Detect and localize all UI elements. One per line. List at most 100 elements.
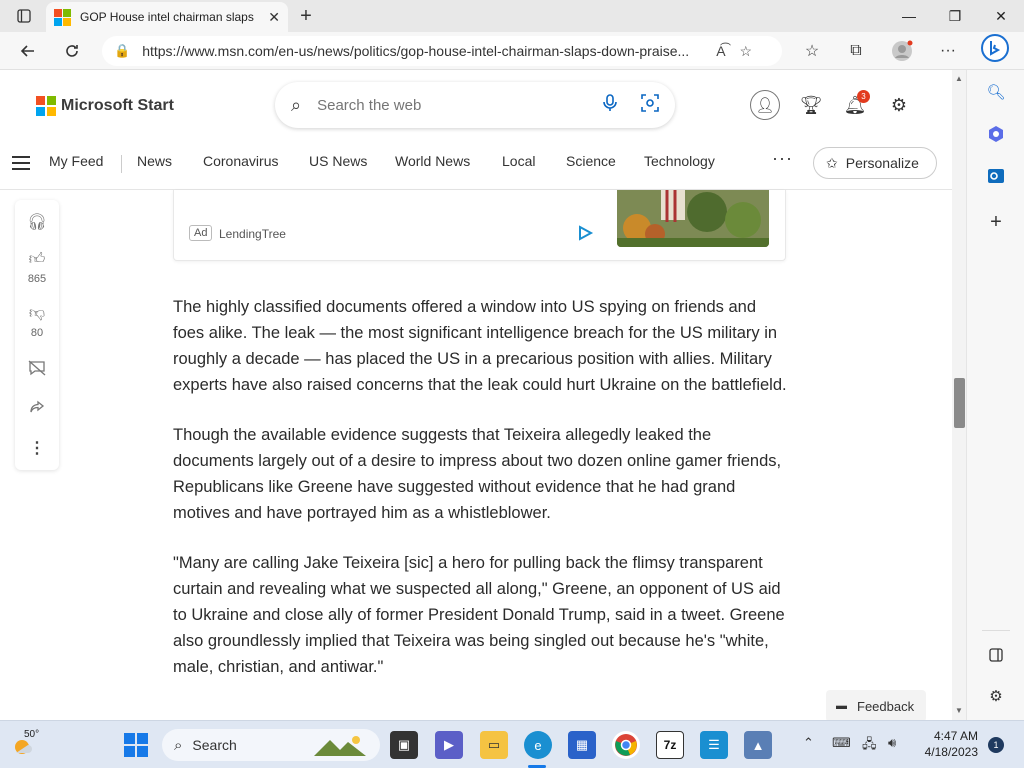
web-search-box[interactable]: ⌕: [275, 82, 675, 128]
share-button[interactable]: [15, 400, 59, 416]
like-button[interactable]: 👍︎ 865: [15, 250, 59, 285]
visual-search-icon[interactable]: [641, 93, 659, 117]
profile-button[interactable]: [888, 37, 916, 65]
rewards-button[interactable]: 🏆︎: [796, 90, 826, 120]
refresh-button[interactable]: [58, 37, 86, 65]
address-bar[interactable]: 🔒 https://www.msn.com/en-us/news/politic…: [102, 36, 782, 66]
scroll-down-arrow-icon[interactable]: ▼: [955, 706, 963, 715]
minimize-button[interactable]: —: [886, 0, 932, 32]
sidebar-office-button[interactable]: [982, 120, 1010, 148]
window-close-button[interactable]: ✕: [978, 0, 1024, 32]
volume-icon[interactable]: 🔊︎: [888, 735, 896, 751]
category-nav: My Feed News Coronavirus US News World N…: [0, 140, 952, 190]
search-input[interactable]: [317, 96, 568, 114]
feedback-button[interactable]: ▬ Feedback: [826, 690, 926, 722]
trophy-icon: 🏆︎: [799, 94, 823, 115]
taskbar-clock[interactable]: 4:47 AM 4/18/2023: [916, 728, 978, 760]
nav-item-local[interactable]: Local: [502, 153, 535, 169]
article-action-rail: 🎧︎ 👍︎ 865 👎︎ 80 ⋮: [15, 200, 59, 470]
image-viewer-app-icon[interactable]: ▲: [744, 731, 772, 759]
sidebar-outlook-button[interactable]: [982, 162, 1010, 190]
comments-disabled-icon: [28, 360, 46, 376]
microsoft-start-logo[interactable]: Microsoft Start: [36, 96, 174, 116]
nav-item-science[interactable]: Science: [566, 153, 616, 169]
dislike-button[interactable]: 👎︎ 80: [15, 304, 59, 339]
ad-badge: Ad: [189, 225, 213, 241]
favorites-button[interactable]: ☆: [798, 37, 826, 65]
edge-app-icon[interactable]: e: [524, 731, 552, 759]
personalize-button[interactable]: ✩ Personalize: [813, 147, 937, 179]
network-icon[interactable]: 🖧: [862, 735, 877, 757]
scroll-thumb[interactable]: [954, 378, 965, 428]
bing-chat-button[interactable]: [981, 34, 1009, 62]
tab-close-icon[interactable]: ✕: [268, 9, 280, 26]
nav-item-world-news[interactable]: World News: [395, 153, 470, 169]
nav-item-news[interactable]: News: [137, 153, 172, 169]
nav-more-button[interactable]: ···: [772, 148, 793, 169]
listen-button[interactable]: 🎧︎: [15, 212, 59, 232]
weather-temperature: 50°: [24, 729, 40, 740]
teams-chat-app-icon[interactable]: ▶: [435, 731, 463, 759]
headphones-icon: 🎧︎: [26, 214, 48, 231]
sidebar-search-button[interactable]: 🔍︎: [982, 78, 1010, 106]
more-options-button[interactable]: ⋮: [15, 438, 59, 458]
search-icon: ⌕: [174, 736, 183, 754]
comments-off-button[interactable]: [15, 360, 59, 376]
edge-sidebar: 🔍︎ + ⚙: [966, 34, 1024, 720]
show-hidden-icons-chevron-icon[interactable]: ⌃: [803, 735, 814, 751]
article-body: The highly classified documents offered …: [173, 294, 789, 704]
nav-item-coronavirus[interactable]: Coronavirus: [203, 153, 278, 169]
hide-sidebar-button[interactable]: [982, 641, 1010, 669]
ad-card[interactable]: Ad LendingTree: [173, 190, 786, 261]
back-arrow-icon: [20, 45, 34, 57]
nav-item-my-feed[interactable]: My Feed: [49, 153, 103, 169]
msn-header: Microsoft Start ⌕ 👤︎ 🏆︎ 🔔︎ 3 ⚙: [0, 70, 952, 140]
notepad-app-icon[interactable]: ☰: [700, 731, 728, 759]
plus-icon: +: [990, 210, 1002, 233]
tab-actions-button[interactable]: [8, 4, 40, 28]
new-tab-button[interactable]: +: [294, 4, 318, 28]
scroll-up-arrow-icon[interactable]: ▲: [955, 74, 963, 83]
chrome-app-icon[interactable]: [612, 731, 640, 759]
7zip-app-icon[interactable]: 7z: [656, 731, 684, 759]
hamburger-menu-icon[interactable]: [12, 156, 30, 170]
microphone-icon[interactable]: [603, 93, 617, 117]
weather-widget[interactable]: 50°: [10, 729, 44, 761]
url-text[interactable]: https://www.msn.com/en-us/news/politics/…: [142, 43, 702, 59]
add-favorite-icon[interactable]: ☆: [740, 43, 753, 60]
sidebar-add-button[interactable]: +: [982, 208, 1010, 236]
notifications-button[interactable]: 🔔︎ 3: [840, 90, 870, 120]
store-app-icon[interactable]: ▦: [568, 731, 596, 759]
settings-more-button[interactable]: ···: [934, 37, 962, 65]
feedback-icon: ▬: [836, 700, 847, 712]
notification-center-badge[interactable]: 1: [988, 737, 1004, 753]
microsoft-logo-icon: [36, 96, 56, 116]
task-view-app-icon[interactable]: ▣: [390, 731, 418, 759]
taskbar-search[interactable]: ⌕ Search: [162, 729, 380, 761]
msn-settings-button[interactable]: ⚙: [884, 90, 914, 120]
nav-item-us-news[interactable]: US News: [309, 153, 367, 169]
restore-button[interactable]: ❐: [932, 0, 978, 32]
ad-source[interactable]: LendingTree: [219, 227, 286, 241]
personalize-label: Personalize: [845, 155, 919, 171]
nav-item-technology[interactable]: Technology: [644, 153, 715, 169]
read-aloud-icon[interactable]: A͡: [716, 43, 725, 59]
back-button[interactable]: [14, 37, 42, 65]
gear-icon: ⚙: [989, 688, 1003, 705]
keyboard-icon[interactable]: ⌨: [832, 735, 851, 751]
sidebar-settings-button[interactable]: ⚙: [982, 682, 1010, 710]
ad-image[interactable]: [617, 190, 769, 247]
lock-icon[interactable]: 🔒: [114, 43, 130, 59]
play-arrow-icon[interactable]: [576, 224, 594, 242]
collections-button[interactable]: ⧉: [842, 37, 870, 65]
account-button[interactable]: 👤︎: [750, 90, 780, 120]
page-scrollbar[interactable]: ▲ ▼: [952, 70, 966, 720]
browser-tab-active[interactable]: GOP House intel chairman slaps ✕: [46, 2, 288, 32]
file-explorer-app-icon[interactable]: ▭: [480, 731, 508, 759]
notifications-badge: 3: [857, 90, 870, 103]
share-icon: [30, 400, 45, 413]
start-button[interactable]: [124, 733, 148, 757]
msn-favicon-icon: [54, 9, 71, 26]
article-paragraph: "Many are calling Jake Teixeira [sic] a …: [173, 554, 785, 676]
tab-title: GOP House intel chairman slaps: [80, 10, 254, 24]
